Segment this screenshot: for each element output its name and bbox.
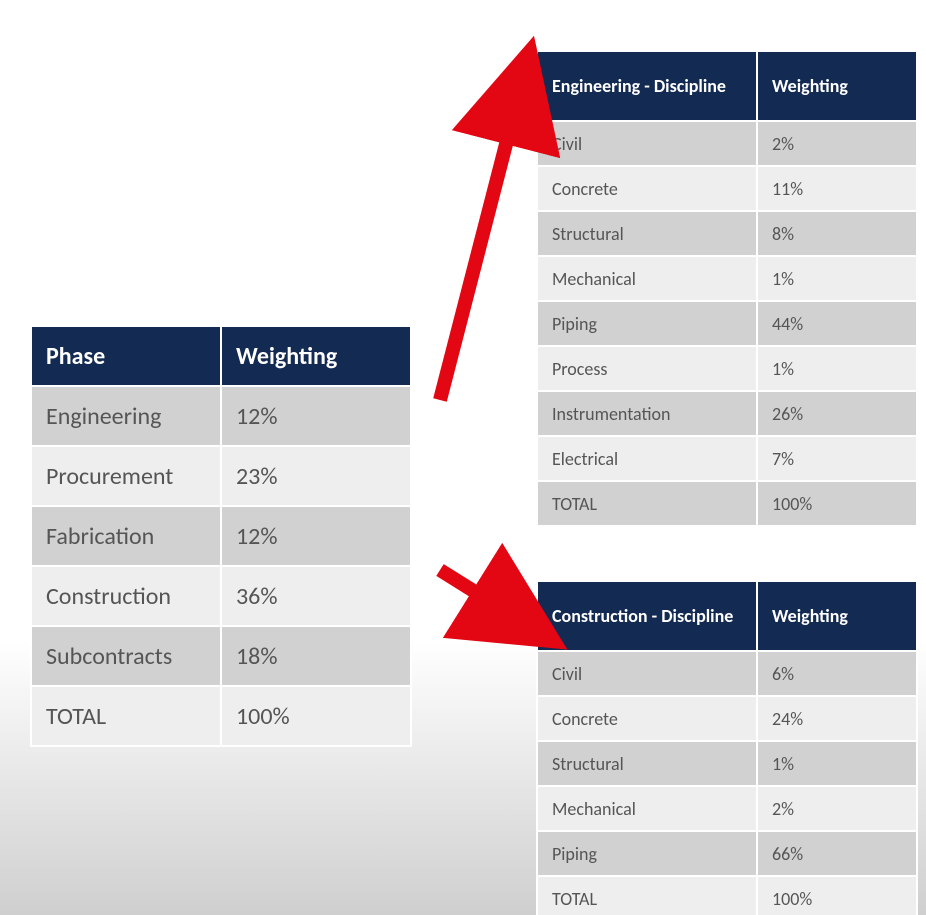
cell-label: Instrumentation: [538, 392, 756, 435]
cell-weight: 1%: [758, 347, 916, 390]
cell-weight: 100%: [758, 482, 916, 525]
table-row: Concrete24%: [538, 697, 916, 740]
cell-weight: 1%: [758, 742, 916, 785]
table-row: Subcontracts18%: [32, 627, 410, 685]
con-header-label: Construction - Discipline: [538, 582, 756, 650]
cell-weight: 100%: [222, 687, 410, 745]
cell-label: Procurement: [32, 447, 220, 505]
table-row: Piping66%: [538, 832, 916, 875]
cell-weight: 2%: [758, 787, 916, 830]
construction-discipline-table: Construction - Discipline Weighting Civi…: [536, 580, 918, 915]
cell-weight: 6%: [758, 652, 916, 695]
cell-label: Mechanical: [538, 257, 756, 300]
table-row: Electrical7%: [538, 437, 916, 480]
cell-weight: 26%: [758, 392, 916, 435]
cell-label: Process: [538, 347, 756, 390]
cell-weight: 66%: [758, 832, 916, 875]
table-row: Mechanical1%: [538, 257, 916, 300]
eng-header-weighting: Weighting: [758, 52, 916, 120]
table-row: Civil2%: [538, 122, 916, 165]
cell-label: Piping: [538, 832, 756, 875]
cell-label: TOTAL: [32, 687, 220, 745]
cell-weight: 12%: [222, 507, 410, 565]
cell-label: Civil: [538, 652, 756, 695]
table-row: Civil6%: [538, 652, 916, 695]
cell-weight: 24%: [758, 697, 916, 740]
engineering-discipline-table: Engineering - Discipline Weighting Civil…: [536, 50, 918, 527]
cell-label: TOTAL: [538, 482, 756, 525]
table-row: Engineering12%: [32, 387, 410, 445]
phase-weighting-table: Phase Weighting Engineering12% Procureme…: [30, 325, 412, 747]
cell-weight: 23%: [222, 447, 410, 505]
cell-label: Mechanical: [538, 787, 756, 830]
phase-header-label: Phase: [32, 327, 220, 385]
arrow-icon: [430, 560, 540, 640]
con-header-weighting: Weighting: [758, 582, 916, 650]
cell-weight: 2%: [758, 122, 916, 165]
cell-label: Engineering: [32, 387, 220, 445]
table-row-total: TOTAL100%: [32, 687, 410, 745]
cell-label: Civil: [538, 122, 756, 165]
cell-weight: 12%: [222, 387, 410, 445]
table-row: Procurement23%: [32, 447, 410, 505]
cell-label: Subcontracts: [32, 627, 220, 685]
cell-label: Concrete: [538, 167, 756, 210]
cell-weight: 100%: [758, 877, 916, 915]
arrow-icon: [430, 70, 540, 410]
eng-header-label: Engineering - Discipline: [538, 52, 756, 120]
cell-label: Structural: [538, 742, 756, 785]
table-row-total: TOTAL100%: [538, 877, 916, 915]
table-row-total: TOTAL100%: [538, 482, 916, 525]
cell-label: Construction: [32, 567, 220, 625]
cell-weight: 18%: [222, 627, 410, 685]
table-row: Instrumentation26%: [538, 392, 916, 435]
cell-weight: 7%: [758, 437, 916, 480]
cell-weight: 11%: [758, 167, 916, 210]
cell-weight: 8%: [758, 212, 916, 255]
phase-header-weighting: Weighting: [222, 327, 410, 385]
table-row: Structural1%: [538, 742, 916, 785]
cell-label: TOTAL: [538, 877, 756, 915]
cell-label: Structural: [538, 212, 756, 255]
table-row: Mechanical2%: [538, 787, 916, 830]
table-row: Fabrication12%: [32, 507, 410, 565]
cell-label: Electrical: [538, 437, 756, 480]
cell-weight: 36%: [222, 567, 410, 625]
table-row: Construction36%: [32, 567, 410, 625]
cell-weight: 1%: [758, 257, 916, 300]
table-row: Piping44%: [538, 302, 916, 345]
cell-label: Piping: [538, 302, 756, 345]
table-row: Structural8%: [538, 212, 916, 255]
cell-label: Fabrication: [32, 507, 220, 565]
table-row: Process1%: [538, 347, 916, 390]
table-row: Concrete11%: [538, 167, 916, 210]
cell-weight: 44%: [758, 302, 916, 345]
cell-label: Concrete: [538, 697, 756, 740]
